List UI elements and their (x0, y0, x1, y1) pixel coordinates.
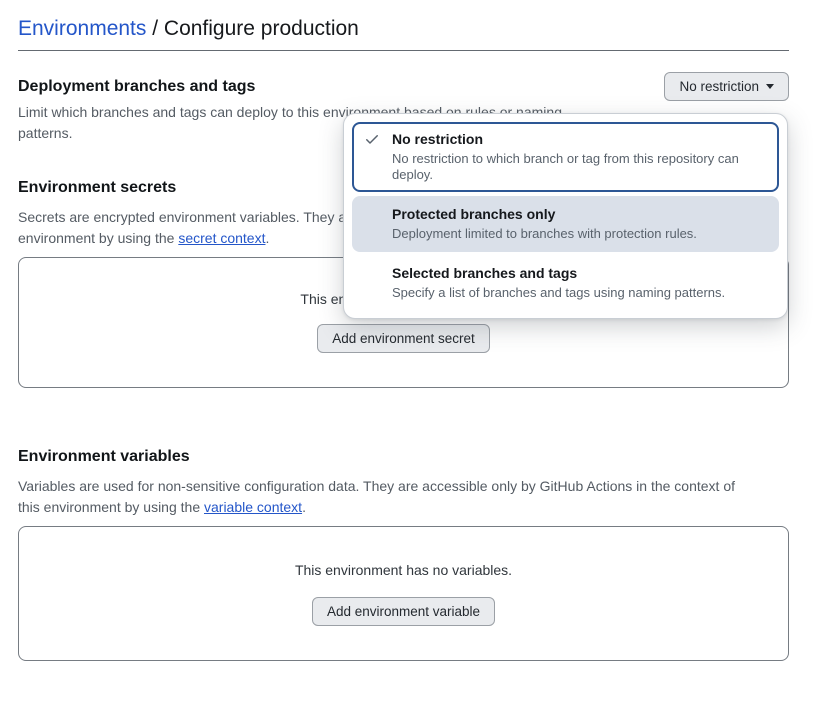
menu-item-no-restriction[interactable]: No restriction No restriction to which b… (352, 122, 779, 192)
menu-item-description: Specify a list of branches and tags usin… (392, 285, 767, 301)
menu-item-selected-branches[interactable]: Selected branches and tags Specify a lis… (352, 256, 779, 310)
add-environment-secret-button[interactable]: Add environment secret (317, 324, 490, 353)
menu-item-description: No restriction to which branch or tag fr… (392, 151, 767, 183)
breadcrumb-separator: / (146, 17, 164, 40)
secret-context-link[interactable]: secret context (178, 230, 265, 246)
variables-description-line1: Variables are used for non-sensitive con… (18, 478, 735, 494)
menu-item-protected-branches[interactable]: Protected branches only Deployment limit… (352, 196, 779, 252)
add-environment-variable-button[interactable]: Add environment variable (312, 597, 495, 626)
restriction-dropdown-menu: No restriction No restriction to which b… (343, 113, 788, 319)
menu-item-label: No restriction (392, 130, 767, 148)
secrets-description-line2: environment by using the (18, 230, 178, 246)
menu-item-label: Protected branches only (392, 205, 767, 223)
restriction-selector-button[interactable]: No restriction (664, 72, 789, 101)
deployment-description-line2: patterns. (18, 125, 72, 141)
page-title-text: Configure production (164, 17, 359, 40)
variables-description-suffix: . (302, 499, 306, 515)
variables-empty-text: This environment has no variables. (19, 560, 788, 580)
page-header: Environments / Configure production (18, 0, 789, 51)
breadcrumb-environments-link[interactable]: Environments (18, 17, 146, 40)
menu-item-label: Selected branches and tags (392, 264, 767, 282)
chevron-down-icon (766, 84, 774, 89)
environment-variables-heading: Environment variables (18, 446, 789, 467)
variables-empty-box: This environment has no variables. Add e… (18, 526, 789, 661)
menu-item-description: Deployment limited to branches with prot… (392, 226, 767, 242)
variable-context-link[interactable]: variable context (204, 499, 302, 515)
environment-variables-description: Variables are used for non-sensitive con… (18, 476, 789, 518)
check-icon (364, 131, 380, 147)
page-title: Environments / Configure production (18, 15, 789, 42)
secrets-description-suffix: . (265, 230, 269, 246)
restriction-selector-label: No restriction (679, 79, 759, 94)
environment-config-page: Environments / Configure production Depl… (0, 0, 830, 715)
variables-description-line2: this environment by using the (18, 499, 204, 515)
